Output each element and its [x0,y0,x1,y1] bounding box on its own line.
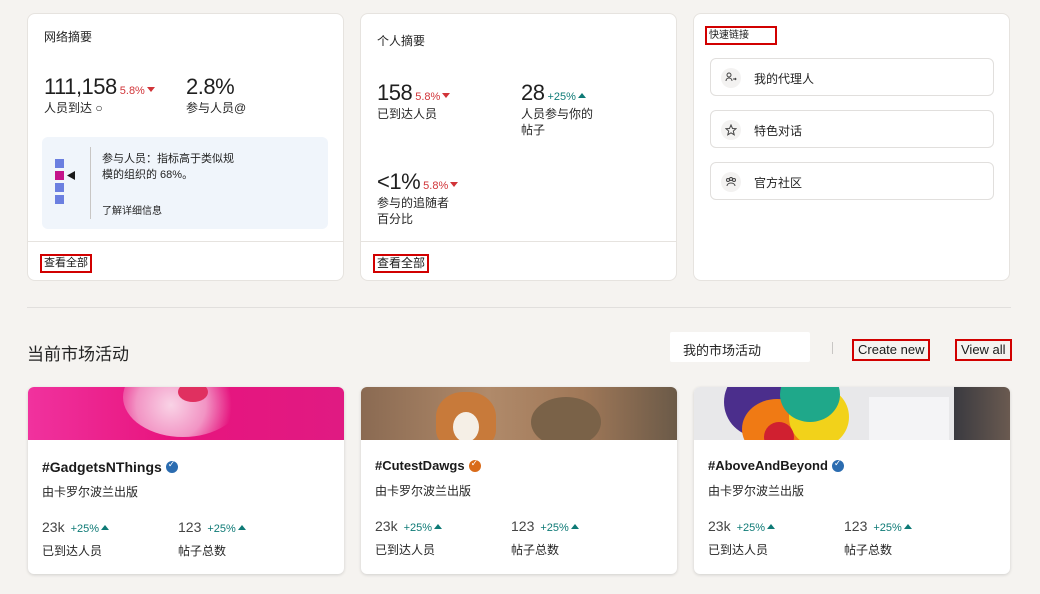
rank-chart-icon [55,159,75,204]
learn-more-link[interactable]: 了解详细信息 [102,202,162,217]
network-summary-card: 网络摘要 111,158 5.8% 人员到达 ○ 2.8% 参与人员@ 参与人员：… [27,13,344,281]
personal-reached-stat: 158 5.8% 已到达人员 [377,80,451,122]
campaign-reach-value: 23k [42,519,65,535]
campaign-reach-stat: 23k +25% 已到达人员 [42,519,110,559]
campaign-reach-label: 已到达人员 [42,544,103,558]
info-icon[interactable]: ○ [95,101,102,115]
campaign-reach-stat: 23k +25% 已到达人员 [375,518,443,558]
campaign-reach-value: 23k [375,518,398,534]
personal-summary-card: 个人摘要 158 5.8% 已到达人员 28 +25% 人员参与你的帖子 <1% 5.… [360,13,677,281]
campaign-card-dawgs[interactable]: #CutestDawgs 由卡罗尔波兰出版 23k +25% 已到达人员 123 +… [361,387,677,574]
followers-value: <1% [377,169,421,194]
quick-link-featured-conversations[interactable]: 特色对话 [710,110,994,148]
campaign-reach-label: 已到达人员 [708,543,769,557]
campaign-reach-value: 23k [708,518,731,534]
header-separator [832,342,833,354]
campaign-posts-change: +25% [873,522,902,534]
campaign-banner-image [361,387,677,440]
quick-links-title: 快速链接 [705,26,777,45]
community-icon [721,172,741,192]
campaign-publisher: 由卡罗尔波兰出版 [375,484,472,498]
personal-summary-title: 个人摘要 [377,34,426,48]
up-arrow-icon [577,93,586,99]
campaign-card-gadgets[interactable]: #GadgetsNThings 由卡罗尔波兰出版 23k +25% 已到达人员 1… [28,387,344,574]
quick-link-label: 特色对话 [754,124,803,138]
personal-reached-value: 158 [377,80,413,105]
card-divider [28,241,343,242]
campaign-publisher: 由卡罗尔波兰出版 [708,484,805,498]
reach-stat: 111,158 5.8% 人员到达 ○ [44,74,155,116]
down-arrow-icon [450,182,459,188]
mention-icon[interactable]: @ [234,101,246,115]
insight-text: 参与人员：指标高于类似规模的组织的 68%。 [102,153,234,181]
campaign-posts-stat: 123 +25% 帖子总数 [178,519,246,559]
campaign-posts-stat: 123 +25% 帖子总数 [511,518,579,558]
campaign-posts-value: 123 [844,518,868,534]
verified-badge-icon [165,459,178,474]
engaged-value: 2.8% [186,74,235,99]
view-all-button[interactable]: View all [955,339,1012,361]
campaign-card-beyond[interactable]: #AboveAndBeyond 由卡罗尔波兰出版 23k +25% 已到达人员 1… [694,387,1010,574]
create-new-button[interactable]: Create new [852,339,931,361]
campaign-posts-change: +25% [207,523,236,535]
personal-engaged-value: 28 [521,80,545,105]
people-swap-icon [721,68,741,88]
up-arrow-icon [237,525,246,531]
campaign-banner-image [694,387,1010,440]
insight-box: 参与人员：指标高于类似规模的组织的 68%。 了解详细信息 [42,137,328,229]
campaign-posts-stat: 123 +25% 帖子总数 [844,518,912,558]
network-summary-title: 网络摘要 [44,30,93,44]
up-arrow-icon [570,524,579,530]
quick-link-official-community[interactable]: 官方社区 [710,162,994,200]
campaign-hashtag: #GadgetsNThings [42,459,178,475]
up-arrow-icon [434,524,443,530]
quick-link-label: 我的代理人 [754,72,815,86]
up-arrow-icon [101,525,110,531]
campaign-hashtag: #AboveAndBeyond [708,458,844,473]
followers-stat: <1% 5.8% 参与的追随者百分比 [377,169,477,227]
campaign-hashtag: #CutestDawgs [375,458,481,473]
campaign-reach-change: +25% [736,522,766,534]
campaign-posts-change: +25% [540,522,569,534]
personal-reached-change: 5.8% [415,91,441,103]
followers-label: 参与的追随者百分比 [377,196,450,226]
campaign-reach-label: 已到达人员 [375,543,436,557]
campaign-reach-stat: 23k +25% 已到达人员 [708,518,776,558]
quick-link-my-delegates[interactable]: 我的代理人 [710,58,994,96]
reach-label: 人员到达 ○ [44,101,103,115]
campaign-publisher: 由卡罗尔波兰出版 [42,485,139,499]
campaign-posts-label: 帖子总数 [844,543,893,557]
verified-badge-icon [831,458,844,472]
card-divider [361,241,676,242]
followers-change: 5.8% [423,180,449,192]
personal-engaged-label: 人员参与你的帖子 [521,107,594,137]
up-arrow-icon [903,524,912,530]
personal-engaged-stat: 28 +25% 人员参与你的帖子 [521,80,611,138]
quick-links-card: 快速链接 我的代理人 特色对话 官方社区 [693,13,1010,281]
star-icon [721,120,741,140]
up-arrow-icon [767,524,776,530]
down-arrow-icon [146,87,155,93]
section-divider [27,307,1011,308]
campaign-posts-label: 帖子总数 [511,543,560,557]
engaged-stat: 2.8% 参与人员@ [186,74,246,116]
campaign-reach-change: +25% [70,523,100,535]
network-view-all-link[interactable]: 查看全部 [40,254,92,273]
current-campaigns-title: 当前市场活动 [27,345,129,364]
reach-change: 5.8% [119,85,145,97]
down-arrow-icon [442,93,451,99]
campaign-posts-label: 帖子总数 [178,544,227,558]
campaign-posts-value: 123 [178,519,202,535]
personal-reached-label: 已到达人员 [377,107,438,121]
reach-value: 111,158 [44,74,117,99]
campaign-reach-change: +25% [403,522,433,534]
campaign-posts-value: 123 [511,518,535,534]
verified-badge-icon [468,458,481,472]
personal-engaged-change: +25% [547,91,576,103]
my-campaigns-tab[interactable]: 我的市场活动 [670,332,810,362]
personal-view-all-link[interactable]: 查看全部 [373,254,430,273]
engaged-label: 参与人员@ [186,101,247,115]
campaign-banner-image [28,387,344,440]
quick-link-label: 官方社区 [754,176,803,190]
